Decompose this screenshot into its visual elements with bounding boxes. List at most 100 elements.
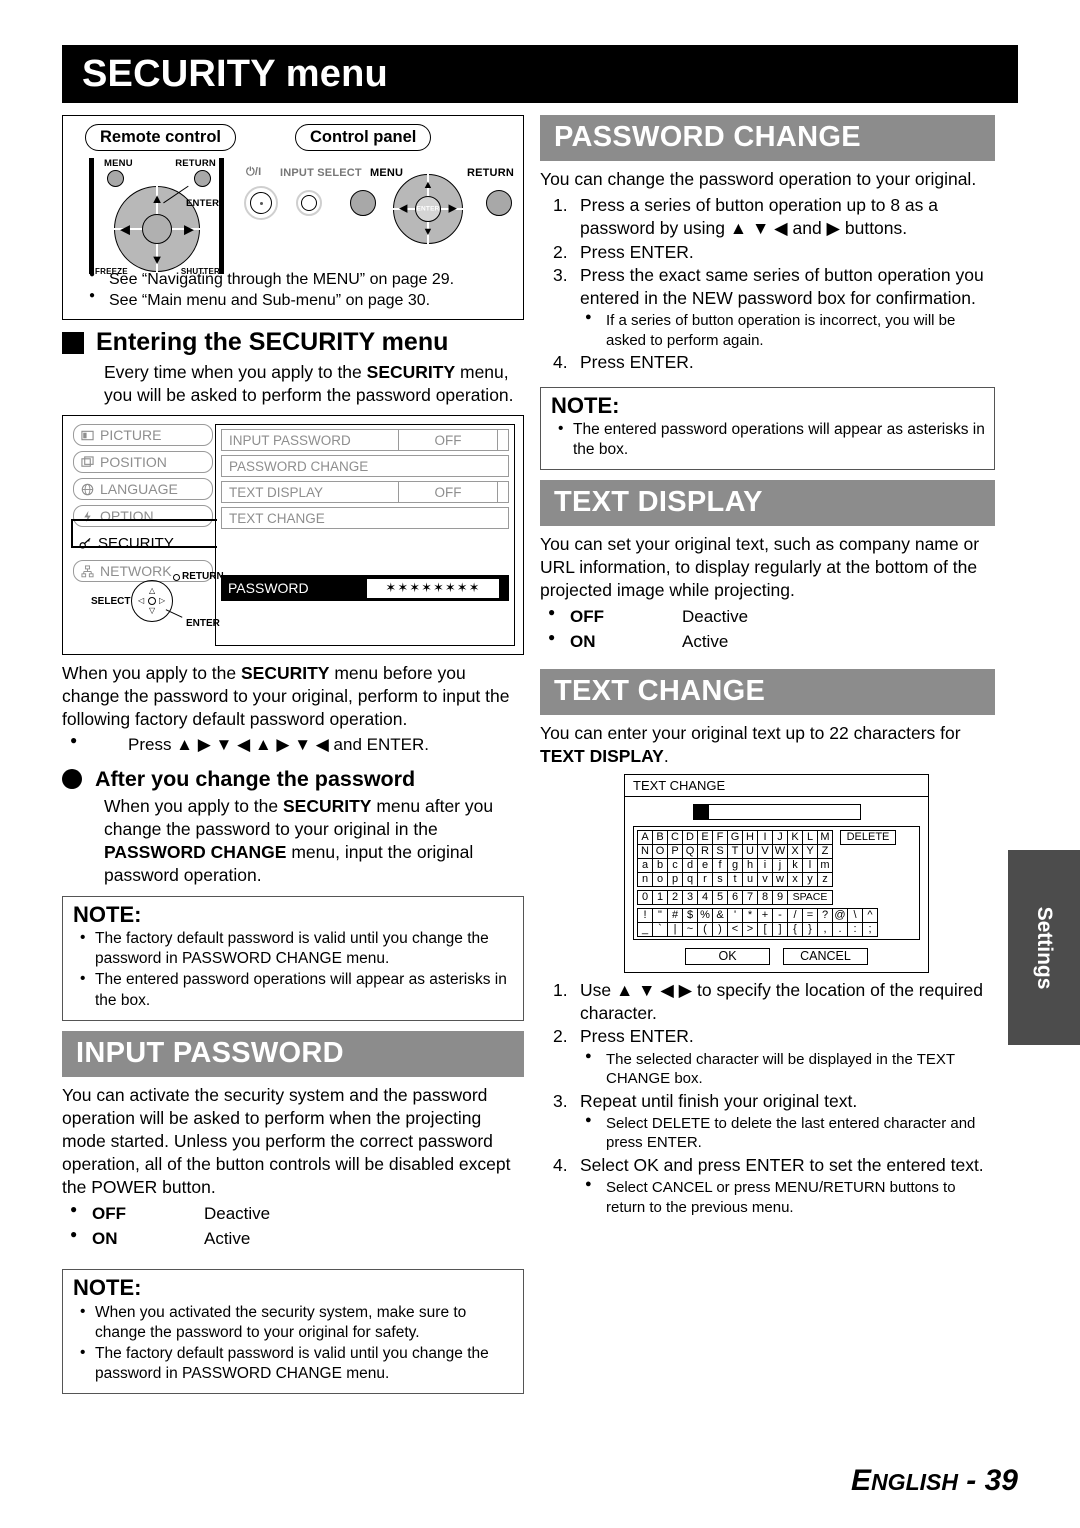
- remote-menu-button[interactable]: [107, 170, 124, 187]
- character-key[interactable]: j: [772, 857, 788, 873]
- character-key[interactable]: F: [712, 829, 728, 845]
- character-key[interactable]: /: [787, 907, 803, 923]
- character-key[interactable]: T: [727, 843, 743, 859]
- character-key[interactable]: f: [712, 857, 728, 873]
- osd-menu-item-security[interactable]: SECURITY: [73, 532, 213, 556]
- character-key[interactable]: 7: [742, 889, 758, 905]
- space-key[interactable]: SPACE: [787, 889, 833, 905]
- character-key[interactable]: 5: [712, 889, 728, 905]
- character-key[interactable]: p: [667, 871, 683, 887]
- character-key[interactable]: :: [847, 921, 863, 937]
- character-key[interactable]: B: [652, 829, 668, 845]
- character-key[interactable]: E: [697, 829, 713, 845]
- character-key[interactable]: H: [742, 829, 758, 845]
- ok-button[interactable]: OK: [685, 947, 770, 965]
- character-key[interactable]: m: [817, 857, 833, 873]
- character-key[interactable]: t: [727, 871, 743, 887]
- character-key[interactable]: &: [712, 907, 728, 923]
- character-key[interactable]: l: [802, 857, 818, 873]
- character-key[interactable]: ~: [682, 921, 698, 937]
- character-key[interactable]: b: [652, 857, 668, 873]
- character-key[interactable]: 1: [652, 889, 668, 905]
- character-key[interactable]: ': [727, 907, 743, 923]
- character-key[interactable]: K: [787, 829, 803, 845]
- character-key[interactable]: S: [712, 843, 728, 859]
- character-key[interactable]: O: [652, 843, 668, 859]
- character-key[interactable]: 8: [757, 889, 773, 905]
- panel-arrow-right-icon[interactable]: ▶: [449, 203, 457, 215]
- character-key[interactable]: +: [757, 907, 773, 923]
- character-key[interactable]: u: [742, 871, 758, 887]
- character-key[interactable]: ): [712, 921, 728, 937]
- character-key[interactable]: `: [652, 921, 668, 937]
- character-key[interactable]: Y: [802, 843, 818, 859]
- cancel-button[interactable]: CANCEL: [783, 947, 868, 965]
- delete-key[interactable]: DELETE: [840, 829, 896, 845]
- character-key[interactable]: -: [772, 907, 788, 923]
- character-key[interactable]: .: [832, 921, 848, 937]
- osd-row-input-password[interactable]: INPUT PASSWORD OFF: [221, 429, 509, 452]
- osd-row-text-change[interactable]: TEXT CHANGE: [221, 507, 509, 530]
- character-key[interactable]: %: [697, 907, 713, 923]
- character-key[interactable]: c: [667, 857, 683, 873]
- character-key[interactable]: @: [832, 907, 848, 923]
- osd-password-entry-row[interactable]: PASSWORD ✶✶✶✶✶✶✶✶: [221, 575, 509, 602]
- character-key[interactable]: 4: [697, 889, 713, 905]
- character-key[interactable]: W: [772, 843, 788, 859]
- character-key[interactable]: w: [772, 871, 788, 887]
- panel-arrow-down-icon[interactable]: ▼: [423, 227, 434, 238]
- character-key[interactable]: 2: [667, 889, 683, 905]
- character-key[interactable]: ;: [862, 921, 878, 937]
- character-key[interactable]: 6: [727, 889, 743, 905]
- character-key[interactable]: v: [757, 871, 773, 887]
- character-key[interactable]: *: [742, 907, 758, 923]
- character-key[interactable]: r: [697, 871, 713, 887]
- character-key[interactable]: _: [637, 921, 653, 937]
- character-key[interactable]: N: [637, 843, 653, 859]
- osd-menu-item-position[interactable]: POSITION: [73, 451, 213, 474]
- panel-return-button[interactable]: [486, 190, 512, 216]
- character-key[interactable]: J: [772, 829, 788, 845]
- character-key[interactable]: ,: [817, 921, 833, 937]
- character-key[interactable]: ?: [817, 907, 833, 923]
- character-key[interactable]: a: [637, 857, 653, 873]
- character-key[interactable]: s: [712, 871, 728, 887]
- character-key[interactable]: $: [682, 907, 698, 923]
- character-key[interactable]: n: [637, 871, 653, 887]
- character-key[interactable]: d: [682, 857, 698, 873]
- character-key[interactable]: q: [682, 871, 698, 887]
- character-key[interactable]: 0: [637, 889, 653, 905]
- character-key[interactable]: g: [727, 857, 743, 873]
- osd-row-password-change[interactable]: PASSWORD CHANGE: [221, 455, 509, 478]
- character-key[interactable]: ": [652, 907, 668, 923]
- panel-power-button[interactable]: [244, 186, 278, 220]
- character-key[interactable]: =: [802, 907, 818, 923]
- character-key[interactable]: i: [757, 857, 773, 873]
- character-key[interactable]: U: [742, 843, 758, 859]
- character-key[interactable]: (: [697, 921, 713, 937]
- character-key[interactable]: e: [697, 857, 713, 873]
- panel-arrow-left-icon[interactable]: ◀: [399, 203, 407, 215]
- text-change-input[interactable]: [692, 803, 861, 820]
- panel-arrow-up-icon[interactable]: ▲: [423, 180, 434, 191]
- character-key[interactable]: R: [697, 843, 713, 859]
- character-key[interactable]: A: [637, 829, 653, 845]
- character-key[interactable]: G: [727, 829, 743, 845]
- panel-dpad[interactable]: ENTER ▲ ▼ ◀ ▶: [393, 174, 463, 244]
- remote-dpad-center[interactable]: [142, 214, 172, 244]
- character-key[interactable]: Q: [682, 843, 698, 859]
- character-key[interactable]: |: [667, 921, 683, 937]
- character-key[interactable]: \: [847, 907, 863, 923]
- panel-menu-button[interactable]: [350, 190, 376, 216]
- character-key[interactable]: }: [802, 921, 818, 937]
- character-key[interactable]: >: [742, 921, 758, 937]
- character-key[interactable]: L: [802, 829, 818, 845]
- character-key[interactable]: Z: [817, 843, 833, 859]
- character-key[interactable]: M: [817, 829, 833, 845]
- osd-menu-item-picture[interactable]: PICTURE: [73, 424, 213, 447]
- character-key[interactable]: 9: [772, 889, 788, 905]
- character-key[interactable]: V: [757, 843, 773, 859]
- character-key[interactable]: z: [817, 871, 833, 887]
- arrow-left-icon[interactable]: ◀: [120, 223, 130, 236]
- character-key[interactable]: k: [787, 857, 803, 873]
